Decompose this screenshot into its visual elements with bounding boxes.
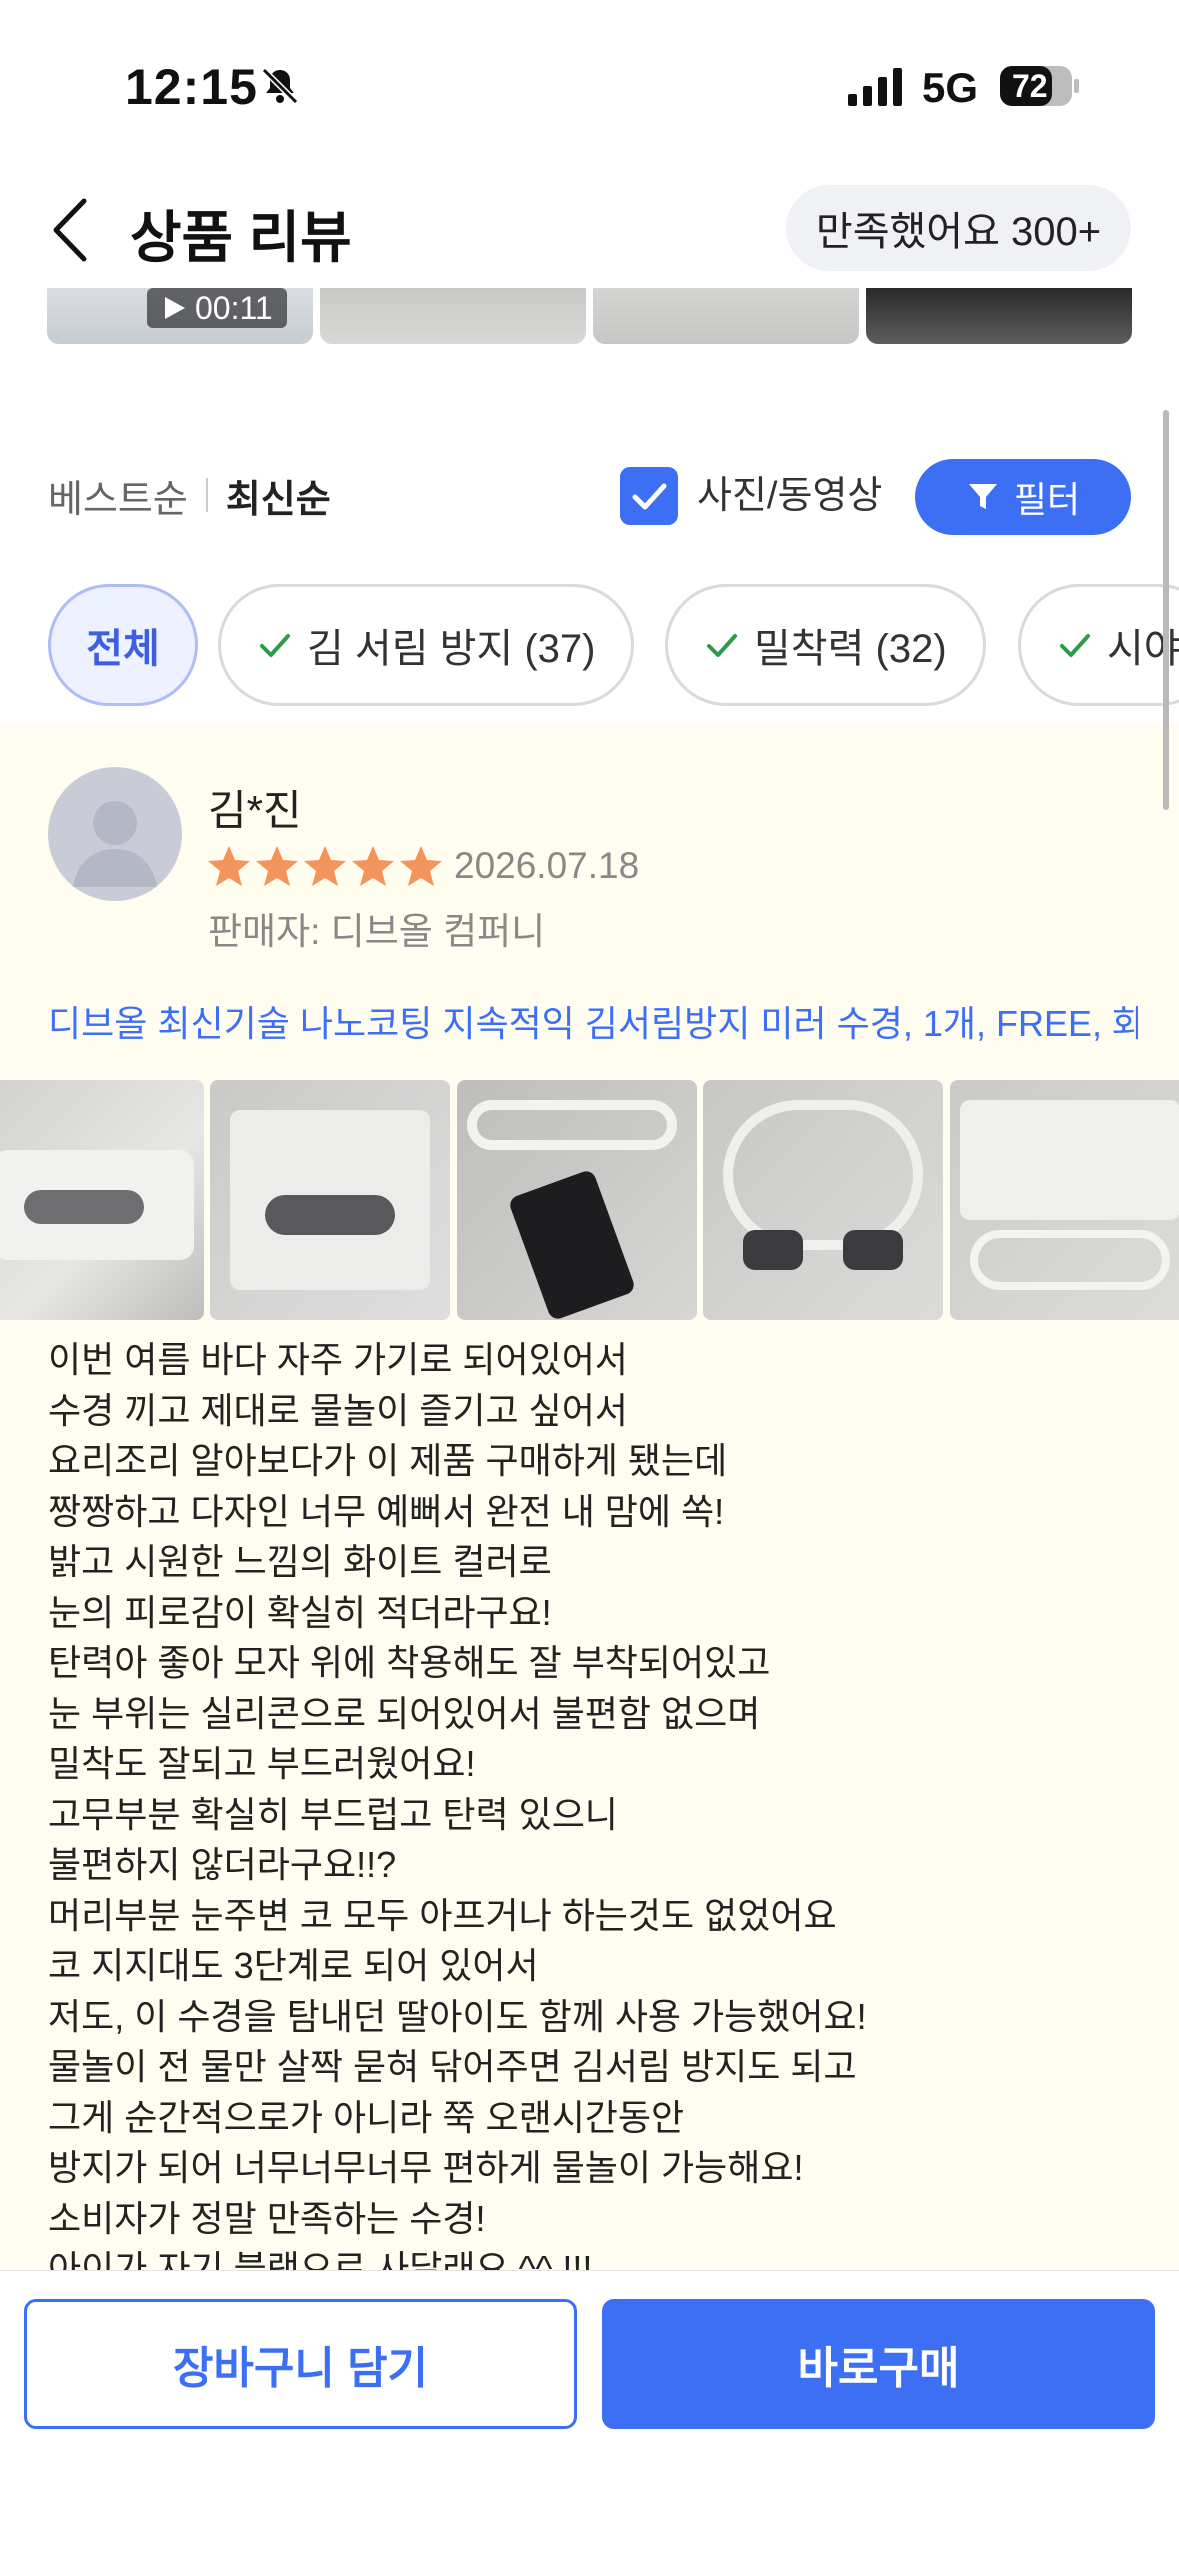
review-photo[interactable] — [0, 1080, 204, 1320]
avatar — [48, 767, 182, 901]
photo-video-checkbox[interactable] — [620, 467, 678, 525]
review-line: 밀착도 잘되고 부드러웠어요! — [48, 1743, 476, 1784]
photo-video-label[interactable]: 사진/동영상 — [697, 467, 882, 525]
battery-level: 72 — [1012, 68, 1048, 104]
review-line: 요리조리 알아보다가 이 제품 구매하게 됐는데 — [48, 1440, 728, 1481]
star-icon — [352, 846, 394, 886]
sort-options: 베스트순 최신순 — [48, 465, 331, 525]
network-type: 5G — [922, 64, 979, 111]
chip-anti-fog[interactable]: 김 서림 방지 (37) — [218, 584, 635, 706]
product-option-link[interactable]: 디브올 최신기술 나노코팅 지속적익 김서림방지 미러 수경, 1개, FREE… — [48, 995, 1138, 1047]
review-card: 김*진 2026.07.18 판매자: 디브올 컴퍼니 디브올 최신기술 나노코… — [0, 725, 1179, 2270]
star-icon — [400, 846, 442, 886]
bottom-action-bar: 장바구니 담기 바로구매 — [0, 2270, 1179, 2556]
review-line: 탄력아 좋아 모자 위에 착용해도 잘 부착되어있고 — [48, 1642, 771, 1683]
review-photo[interactable] — [950, 1080, 1179, 1320]
review-line: 눈 부위는 실리콘으로 되어있어서 불편함 없으며 — [48, 1692, 761, 1734]
chip-label: 밀착력 (32) — [754, 627, 947, 671]
user-silhouette-icon — [73, 801, 157, 887]
media-thumb[interactable] — [866, 288, 1132, 344]
filter-label: 필터 — [1013, 479, 1081, 520]
status-time: 12:15 — [125, 59, 258, 115]
seller-name: 판매자: 디브올 컴퍼니 — [208, 911, 546, 952]
review-line: 방지가 되어 너무너무너무 편하게 물놀이 가능해요! — [48, 2147, 804, 2188]
review-date: 2026.07.18 — [454, 845, 640, 886]
status-bar: 12:15 5G 72 — [0, 0, 1179, 175]
review-line: 코 지지대도 3단계로 되어 있어서 — [48, 1945, 539, 1986]
page-title: 상품 리뷰 — [130, 206, 352, 269]
review-line: 머리부분 눈주변 코 모두 아프거나 하는것도 없었어요 — [48, 1894, 837, 1936]
app-header: 상품 리뷰 만족했어요 300+ — [0, 175, 1179, 285]
review-photo[interactable] — [210, 1080, 450, 1320]
bell-mute-icon — [261, 67, 299, 105]
review-line: 이번 여름 바다 자주 가기로 되어있어서 — [48, 1339, 628, 1380]
checkmark-icon — [632, 483, 667, 510]
filter-button[interactable]: 필터 — [915, 459, 1131, 535]
chip-visibility[interactable]: 시야 — [1018, 584, 1179, 706]
review-line: 물놀이 전 물만 살짝 묻혀 닦어주면 김서림 방지도 되고 — [48, 2046, 857, 2087]
chip-label: 전체 — [86, 627, 160, 671]
funnel-icon — [968, 484, 997, 509]
review-body: 이번 여름 바다 자주 가기로 되어있어서 수경 끼고 제대로 물놀이 즐기고 … — [48, 1335, 1138, 2270]
battery-icon: 72 — [1000, 66, 1080, 106]
chip-label: 김 서림 방지 (37) — [307, 627, 596, 671]
media-thumb[interactable] — [593, 288, 859, 344]
review-line: 고무부분 확실히 부드럽고 탄력 있으니 — [48, 1793, 618, 1835]
review-line: 저도, 이 수경을 탐내던 딸아이도 함께 사용 가능했어요! — [48, 1995, 867, 2037]
review-line: 수경 끼고 제대로 물놀이 즐기고 싶어서 — [48, 1389, 628, 1431]
keyword-chips: 전체 김 서림 방지 (37) 밀착력 (32) 시야 — [48, 584, 1179, 706]
video-duration: 00:11 — [195, 289, 273, 326]
star-icon — [256, 846, 298, 886]
check-icon — [1060, 634, 1090, 657]
reviewer-name: 김*진 — [208, 787, 302, 834]
review-photo[interactable] — [457, 1080, 697, 1320]
back-arrow-icon[interactable] — [46, 195, 96, 265]
buy-now-button[interactable]: 바로구매 — [602, 2299, 1155, 2429]
media-thumb-video[interactable]: 00:11 — [47, 288, 313, 344]
chip-fit[interactable]: 밀착력 (32) — [665, 584, 986, 706]
add-to-cart-button[interactable]: 장바구니 담기 — [24, 2299, 577, 2429]
sort-divider — [205, 478, 208, 512]
review-line: 소비자가 정말 만족하는 수경! — [48, 2197, 486, 2239]
video-duration-badge: 00:11 — [147, 288, 287, 328]
sort-newest[interactable]: 최신순 — [226, 468, 331, 523]
check-icon — [707, 634, 737, 657]
check-icon — [260, 634, 290, 657]
star-icon — [208, 846, 250, 886]
star-icon — [304, 846, 346, 886]
play-icon — [165, 297, 185, 319]
review-photo[interactable] — [703, 1080, 943, 1320]
sort-best[interactable]: 베스트순 — [48, 468, 188, 523]
review-line: 짱짱하고 다자인 너무 예뻐서 완전 내 맘에 쏙! — [48, 1490, 725, 1532]
chip-all[interactable]: 전체 — [48, 584, 198, 706]
review-line: 아이가 자기 블랙으로 사달래요 ^^ !!! — [48, 2248, 593, 2270]
review-line: 그게 순간적으로가 아니라 쭉 오랜시간동안 — [48, 2096, 685, 2138]
media-thumb[interactable] — [320, 288, 586, 344]
satisfaction-pill[interactable]: 만족했어요 300+ — [786, 185, 1131, 271]
review-line: 밝고 시원한 느낌의 화이트 컬러로 — [48, 1541, 552, 1582]
review-line: 불편하지 않더라구요!!? — [48, 1844, 397, 1885]
signal-icon — [848, 68, 902, 106]
scrollbar[interactable] — [1163, 410, 1169, 810]
review-photos — [0, 1080, 1179, 1320]
rating-stars — [206, 843, 444, 889]
review-media-strip: 00:11 — [47, 288, 1132, 344]
review-line: 눈의 피로감이 확실히 적더라구요! — [48, 1591, 552, 1633]
